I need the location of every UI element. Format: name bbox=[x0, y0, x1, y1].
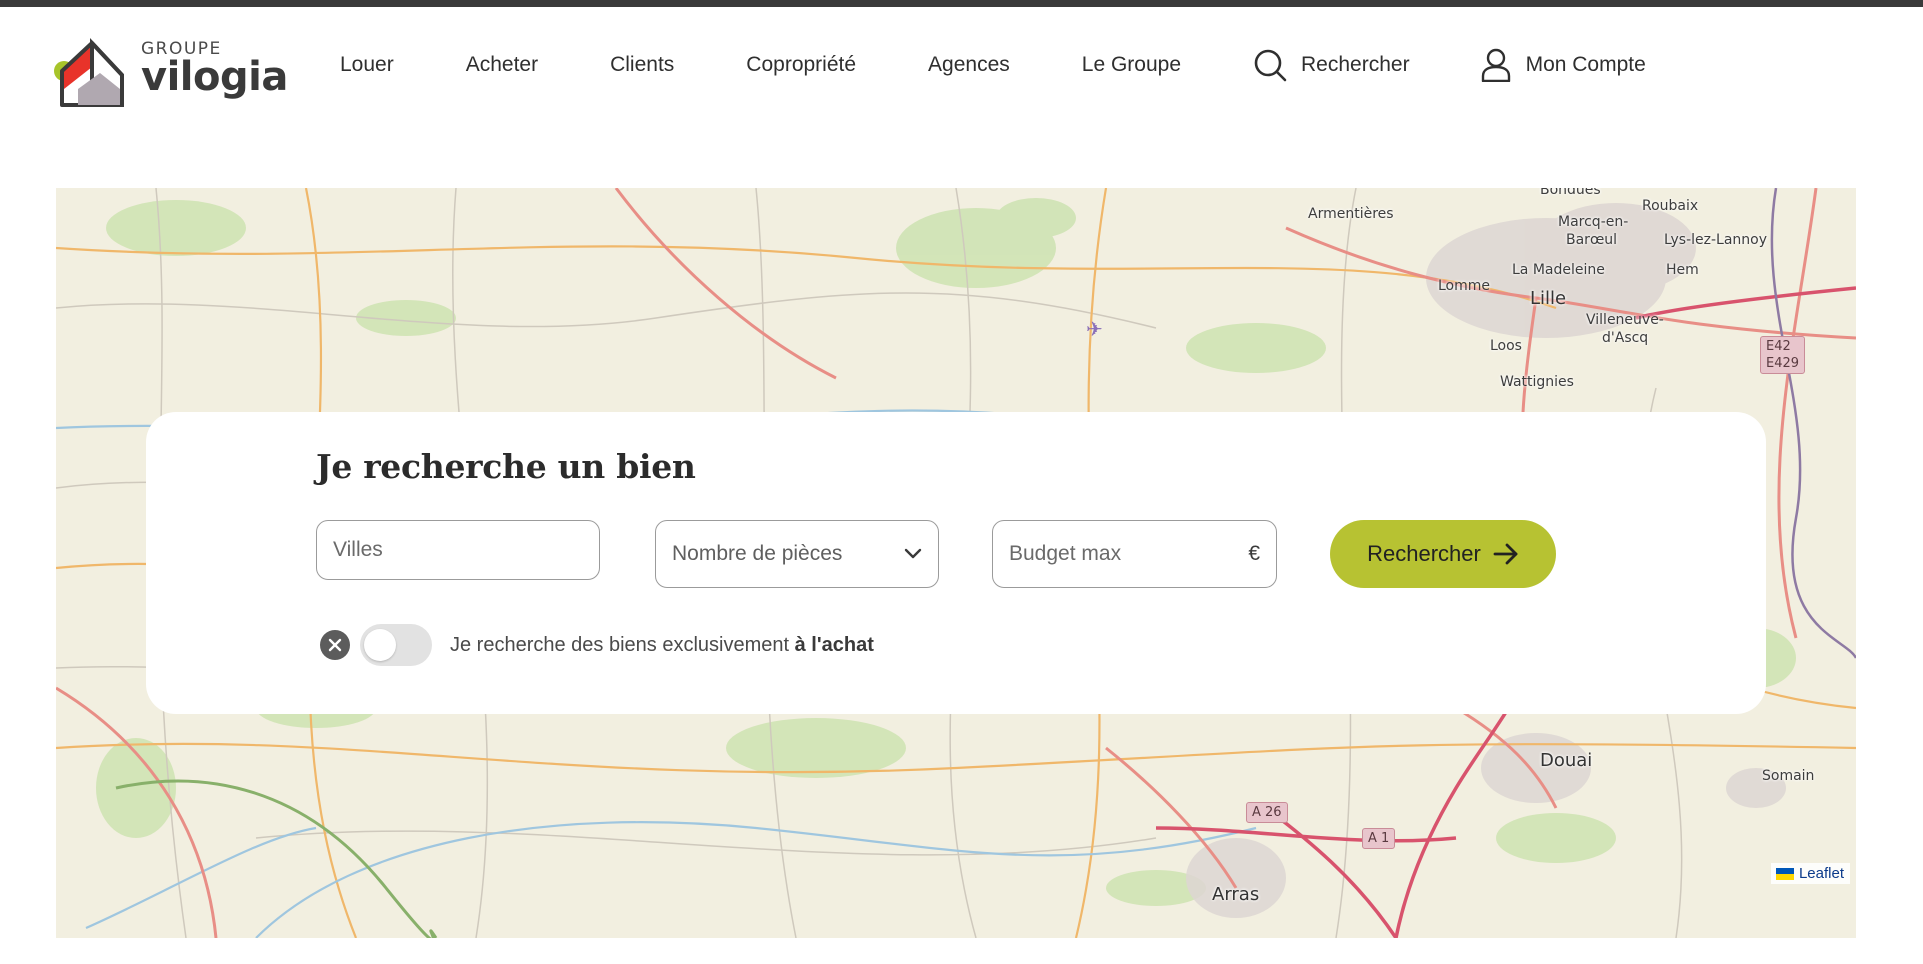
map-label-roubaix: Roubaix bbox=[1642, 198, 1699, 214]
villes-field[interactable] bbox=[316, 520, 600, 580]
clear-toggle-button[interactable] bbox=[320, 630, 350, 660]
road-shield-e429-text: E429 bbox=[1766, 356, 1800, 371]
nav-copropriete[interactable]: Copropriété bbox=[746, 53, 856, 77]
browser-top-strip bbox=[0, 0, 1923, 7]
map-label-armentieres: Armentières bbox=[1308, 206, 1394, 222]
map-label-hem: Hem bbox=[1666, 262, 1699, 278]
search-submit-button[interactable]: Rechercher bbox=[1330, 520, 1556, 588]
toggle-text: Je recherche des biens exclusivement bbox=[450, 633, 795, 656]
site-header: GROUPE vilogia Louer Acheter Clients Cop… bbox=[0, 7, 1923, 127]
search-icon bbox=[1254, 49, 1287, 82]
nav-louer[interactable]: Louer bbox=[340, 53, 394, 77]
map-label-somain: Somain bbox=[1762, 768, 1815, 784]
logo-name-text: vilogia bbox=[141, 54, 288, 100]
toggle-knob bbox=[364, 629, 396, 661]
nombre-pieces-select[interactable]: Nombre de pièces bbox=[655, 520, 939, 588]
nav-account-button[interactable]: Mon Compte bbox=[1480, 48, 1646, 82]
nav-search-button[interactable]: Rechercher bbox=[1253, 48, 1410, 82]
achat-toggle-switch[interactable] bbox=[360, 624, 432, 666]
arrow-right-icon bbox=[1493, 543, 1518, 565]
leaflet-attribution-label: Leaflet bbox=[1798, 865, 1844, 882]
villes-input[interactable] bbox=[333, 538, 583, 562]
map-label-lys: Lys-lez-Lannoy bbox=[1664, 232, 1768, 248]
chevron-down-icon bbox=[904, 548, 922, 559]
nombre-pieces-label: Nombre de pièces bbox=[672, 542, 843, 565]
map-label-baroeul: Barœul bbox=[1566, 232, 1618, 248]
search-card: Je recherche un bien Nombre de pièces € … bbox=[146, 412, 1766, 714]
road-shield-e42-e429: E42 E429 bbox=[1760, 336, 1806, 374]
map-label-dascq: d'Ascq bbox=[1602, 330, 1649, 346]
main-nav: Louer Acheter Clients Copropriété Agence… bbox=[340, 45, 1646, 85]
map-label-wattignies: Wattignies bbox=[1500, 374, 1574, 390]
search-card-title: Je recherche un bien bbox=[316, 447, 696, 486]
map-label-lomme: Lomme bbox=[1438, 278, 1491, 294]
map-label-villeneuve: Villeneuve- bbox=[1586, 312, 1664, 328]
budget-field[interactable]: € bbox=[992, 520, 1277, 588]
achat-toggle-label: Je recherche des biens exclusivement à l… bbox=[450, 634, 874, 657]
toggle-text-bold: à l'achat bbox=[794, 633, 874, 656]
nav-clients[interactable]: Clients bbox=[610, 53, 674, 77]
map-label-arras: Arras bbox=[1212, 884, 1260, 905]
nav-search-label: Rechercher bbox=[1301, 53, 1410, 76]
vilogia-logo[interactable]: GROUPE vilogia bbox=[54, 29, 288, 113]
nav-account-label: Mon Compte bbox=[1525, 53, 1646, 76]
search-submit-label: Rechercher bbox=[1367, 541, 1481, 566]
map-label-douai: Douai bbox=[1540, 750, 1593, 771]
map-label-loos: Loos bbox=[1490, 338, 1522, 354]
road-shield-e42-text: E42 bbox=[1766, 339, 1791, 354]
map-label-lille: Lille bbox=[1530, 288, 1567, 309]
map-label-lamadeleine: La Madeleine bbox=[1512, 262, 1605, 278]
map-label-bondues: Bondues bbox=[1540, 188, 1601, 198]
nav-agences[interactable]: Agences bbox=[928, 53, 1010, 77]
achat-toggle-row: Je recherche des biens exclusivement à l… bbox=[320, 624, 874, 666]
map-label-marcq: Marcq-en- bbox=[1558, 214, 1629, 230]
leaflet-attribution[interactable]: Leaflet bbox=[1770, 863, 1850, 884]
road-shield-a26: A 26 bbox=[1246, 802, 1288, 823]
nav-acheter[interactable]: Acheter bbox=[466, 53, 538, 77]
road-shield-a1: A 1 bbox=[1362, 828, 1396, 849]
euro-symbol: € bbox=[1248, 542, 1260, 565]
user-icon bbox=[1481, 48, 1510, 82]
budget-input[interactable] bbox=[1009, 542, 1241, 566]
close-icon bbox=[328, 638, 342, 652]
svg-text:✈: ✈ bbox=[1086, 317, 1103, 341]
nav-le-groupe[interactable]: Le Groupe bbox=[1082, 53, 1181, 77]
ukraine-flag-icon bbox=[1775, 867, 1794, 880]
house-logo-icon bbox=[54, 37, 124, 107]
